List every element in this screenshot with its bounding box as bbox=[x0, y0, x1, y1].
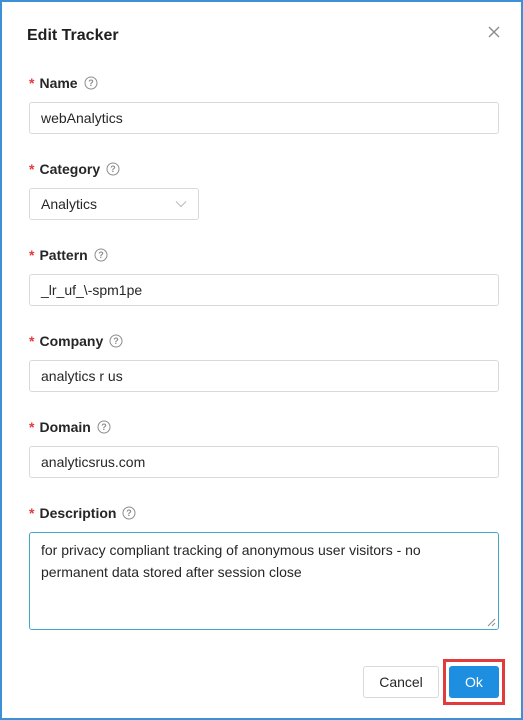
category-selected-value: Analytics bbox=[41, 196, 98, 212]
description-label: * Description ? bbox=[29, 503, 136, 523]
description-textarea[interactable]: for privacy compliant tracking of anonym… bbox=[29, 532, 499, 630]
required-marker: * bbox=[29, 419, 35, 435]
pattern-label: * Pattern ? bbox=[29, 245, 108, 265]
cancel-button[interactable]: Cancel bbox=[363, 666, 439, 698]
required-marker: * bbox=[29, 505, 35, 521]
domain-label-text: Domain bbox=[39, 419, 91, 435]
resize-handle-icon[interactable] bbox=[487, 618, 496, 627]
svg-text:?: ? bbox=[101, 422, 107, 432]
company-label: * Company ? bbox=[29, 331, 123, 351]
required-marker: * bbox=[29, 333, 35, 349]
help-icon[interactable]: ? bbox=[106, 162, 120, 176]
chevron-down-icon bbox=[175, 201, 187, 208]
svg-text:?: ? bbox=[98, 250, 104, 260]
domain-label: * Domain ? bbox=[29, 417, 111, 437]
description-label-text: Description bbox=[39, 505, 117, 521]
edit-tracker-dialog: Edit Tracker * Name ? webAnalytics * Cat… bbox=[0, 0, 523, 720]
help-icon[interactable]: ? bbox=[122, 506, 136, 520]
help-icon[interactable]: ? bbox=[84, 76, 98, 90]
close-icon[interactable] bbox=[486, 24, 502, 40]
svg-text:?: ? bbox=[127, 508, 133, 518]
svg-text:?: ? bbox=[114, 336, 120, 346]
name-label-text: Name bbox=[39, 75, 78, 91]
pattern-input[interactable]: _lr_uf_\-spm1pe bbox=[29, 274, 499, 306]
dialog-title: Edit Tracker bbox=[27, 27, 119, 44]
domain-input[interactable]: analyticsrus.com bbox=[29, 446, 499, 478]
help-icon[interactable]: ? bbox=[94, 248, 108, 262]
pattern-label-text: Pattern bbox=[39, 247, 88, 263]
ok-button[interactable]: Ok bbox=[449, 666, 499, 698]
company-label-text: Company bbox=[39, 333, 104, 349]
svg-text:?: ? bbox=[88, 78, 94, 88]
description-text: for privacy compliant tracking of anonym… bbox=[41, 542, 421, 580]
required-marker: * bbox=[29, 161, 35, 177]
help-icon[interactable]: ? bbox=[109, 334, 123, 348]
category-label: * Category ? bbox=[29, 159, 120, 179]
required-marker: * bbox=[29, 75, 35, 91]
category-select[interactable]: Analytics bbox=[29, 188, 199, 220]
name-label: * Name ? bbox=[29, 73, 98, 93]
help-icon[interactable]: ? bbox=[97, 420, 111, 434]
name-input[interactable]: webAnalytics bbox=[29, 102, 499, 134]
category-label-text: Category bbox=[39, 161, 101, 177]
required-marker: * bbox=[29, 247, 35, 263]
company-input[interactable]: analytics r us bbox=[29, 360, 499, 392]
svg-text:?: ? bbox=[110, 164, 116, 174]
